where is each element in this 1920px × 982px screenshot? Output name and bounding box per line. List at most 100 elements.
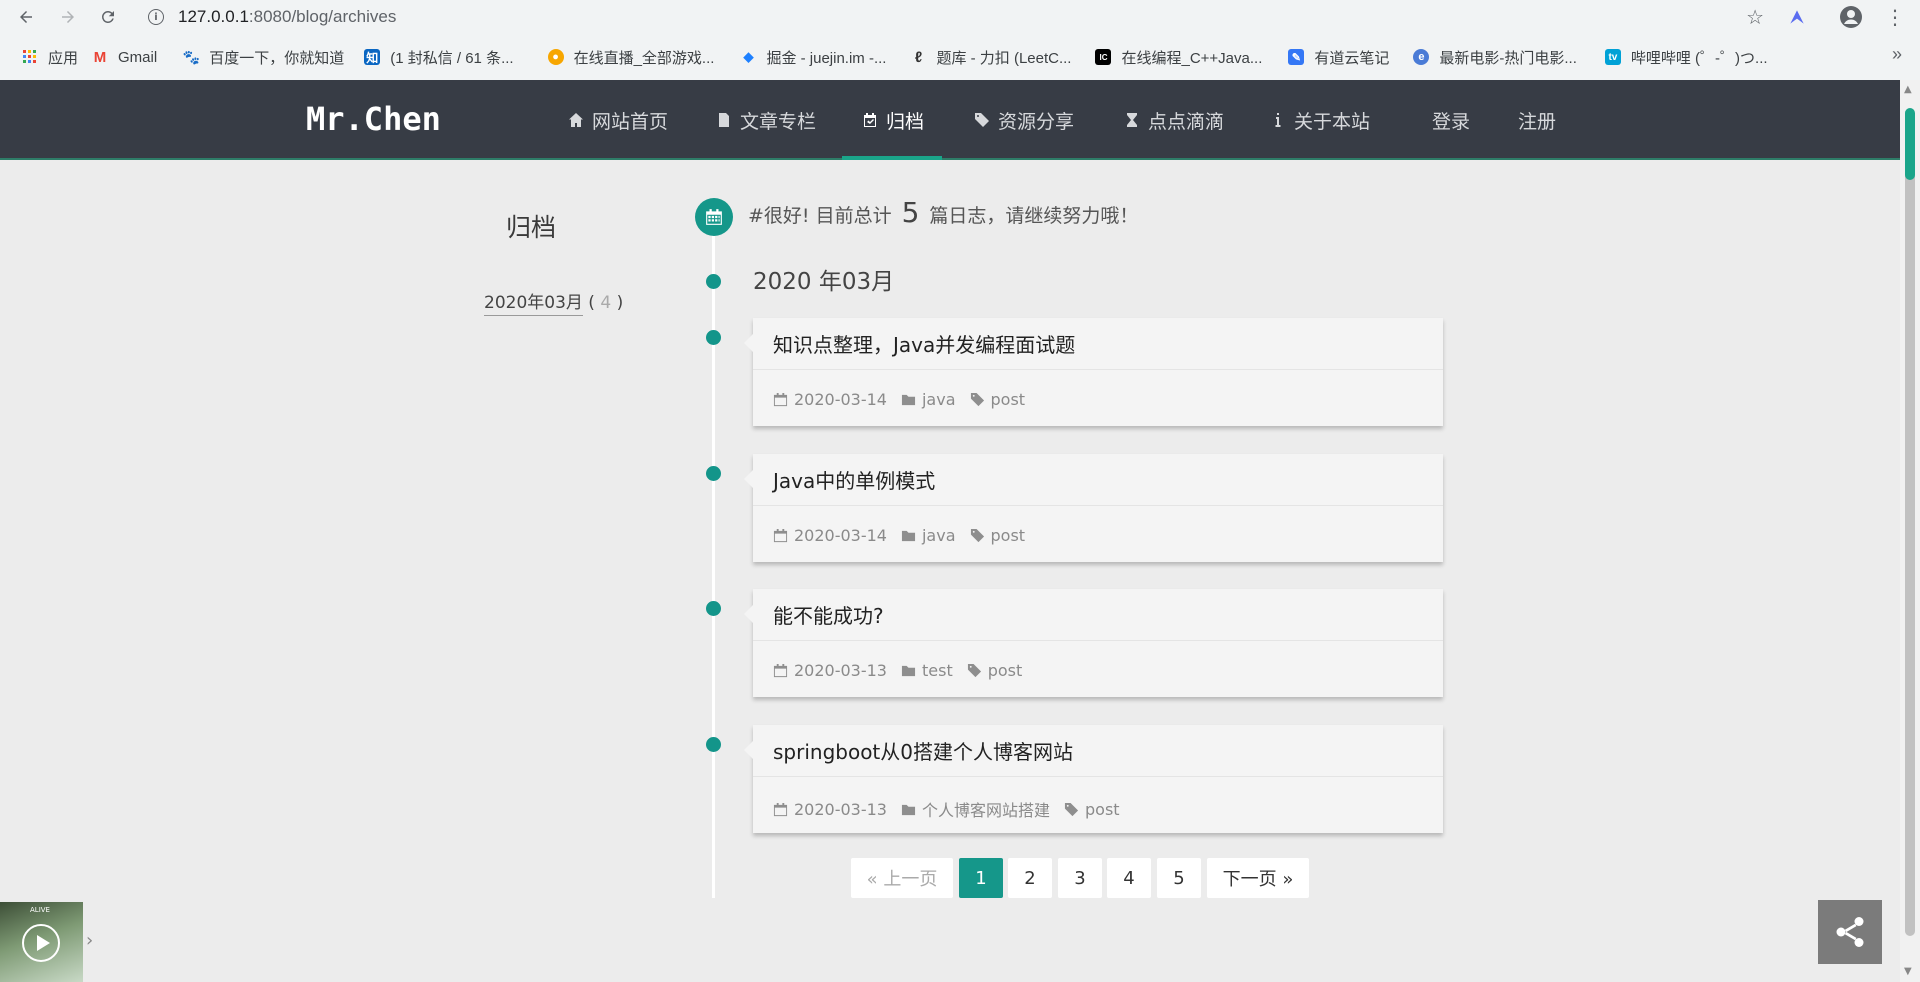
nav-moments[interactable]: 点点滴滴 <box>1124 80 1224 160</box>
post-meta: 2020-03-14 java post <box>773 526 1039 545</box>
scroll-down-icon[interactable]: ▼ <box>1904 966 1912 977</box>
post-tag-text[interactable]: post <box>991 390 1026 409</box>
bookmark-codefun[interactable]: IC 在线编程_C++Java... <box>1091 44 1272 70</box>
timeline-dot <box>706 330 721 345</box>
nav-about[interactable]: 关于本站 <box>1270 80 1370 160</box>
post-category-text[interactable]: test <box>922 661 953 680</box>
archive-month-link[interactable]: 2020年03月 ( 4 ) <box>484 288 623 316</box>
baidu-paw-icon: 🐾 <box>182 48 200 65</box>
pagination-page-4[interactable]: 4 <box>1107 858 1151 898</box>
post-meta: 2020-03-13 test post <box>773 661 1036 680</box>
post-card[interactable]: Java中的单例模式 2020-03-14 java post <box>744 454 1443 562</box>
profile-avatar[interactable] <box>1838 4 1864 30</box>
url-text[interactable]: 127.0.0.1:8080/blog/archives <box>178 7 396 27</box>
nav-label: 注册 <box>1518 110 1557 133</box>
timeline-line <box>712 216 715 898</box>
share-button[interactable] <box>1818 900 1882 964</box>
music-expand-icon[interactable]: › <box>86 930 93 951</box>
reload-button[interactable] <box>92 1 124 33</box>
pagination-page-5[interactable]: 5 <box>1157 858 1201 898</box>
post-category[interactable]: java <box>901 526 956 545</box>
bookmark-apps[interactable]: 应用 <box>18 44 88 70</box>
bookmark-star-icon[interactable]: ☆ <box>1746 7 1764 27</box>
timeline-top-badge <box>695 198 733 236</box>
post-tag[interactable]: post <box>967 661 1023 680</box>
pagination-page-2[interactable]: 2 <box>1008 858 1052 898</box>
forward-button[interactable] <box>52 1 84 33</box>
bookmark-bilibili[interactable]: tv 哔哩哔哩 (゜-゜)つ... <box>1601 44 1778 70</box>
pagination-page-3[interactable]: 3 <box>1058 858 1102 898</box>
post-date: 2020-03-14 <box>773 390 887 409</box>
bookmark-baidu[interactable]: 🐾 百度一下，你就知道 <box>179 44 354 70</box>
play-icon <box>36 935 50 951</box>
folder-icon <box>901 804 916 815</box>
bookmark-huya[interactable]: ● 在线直播_全部游戏... <box>544 44 725 70</box>
share-icon <box>1836 917 1864 947</box>
post-date-text: 2020-03-13 <box>794 661 887 680</box>
post-tag-text[interactable]: post <box>1085 800 1120 819</box>
bookmark-label: 掘金 - juejin.im -... <box>766 49 887 67</box>
bookmark-youdao[interactable]: ✎ 有道云笔记 <box>1284 44 1399 70</box>
post-title[interactable]: Java中的单例模式 <box>773 465 935 494</box>
scroll-up-icon[interactable]: ▲ <box>1904 84 1912 95</box>
post-category[interactable]: test <box>901 661 953 680</box>
bookmark-leetcode[interactable]: ℓ 题库 - 力扣 (LeetC... <box>906 44 1081 70</box>
browser-menu-icon[interactable]: ⋮ <box>1882 4 1908 30</box>
bookmark-movie[interactable]: e 最新电影-热门电影... <box>1409 44 1587 70</box>
post-tag[interactable]: post <box>1064 800 1120 819</box>
bookmark-gmail[interactable]: M Gmail <box>88 44 167 70</box>
calendar-icon <box>773 392 788 407</box>
bookmark-juejin[interactable]: ◆ 掘金 - juejin.im -... <box>736 44 896 70</box>
home-icon <box>569 113 583 127</box>
post-category-text[interactable]: java <box>922 526 956 545</box>
bookmarks-overflow-icon[interactable]: » <box>1892 44 1902 65</box>
post-tag-text[interactable]: post <box>991 526 1026 545</box>
post-card[interactable]: 能不能成功? 2020-03-13 test post <box>744 589 1443 697</box>
extension-icon[interactable] <box>1784 4 1810 30</box>
nav-home[interactable]: 网站首页 <box>568 80 668 160</box>
nav-register[interactable]: 注册 <box>1518 80 1556 160</box>
post-tag[interactable]: post <box>970 526 1026 545</box>
timeline-month-label: 2020 年03月 <box>753 269 895 295</box>
nav-login[interactable]: 登录 <box>1432 80 1470 160</box>
hourglass-icon <box>1127 113 1137 127</box>
codefun-icon: IC <box>1095 49 1112 65</box>
post-tag[interactable]: post <box>970 390 1026 409</box>
site-info-icon[interactable]: i <box>148 9 164 25</box>
bookmark-zhihu[interactable]: 知 (1 封私信 / 61 条... <box>360 44 523 70</box>
page-scrollbar[interactable]: ▲ ▼ <box>1900 80 1920 982</box>
post-title[interactable]: springboot从0搭建个人博客网站 <box>773 736 1073 765</box>
pagination-page-1[interactable]: 1 <box>959 858 1003 898</box>
post-category-text[interactable]: java <box>922 390 956 409</box>
nav-archives[interactable]: 归档 <box>841 80 943 160</box>
folder-icon <box>901 665 916 677</box>
nav-articles[interactable]: 文章专栏 <box>716 80 816 160</box>
folder-icon <box>901 530 916 542</box>
post-tag-text[interactable]: post <box>988 661 1023 680</box>
post-card[interactable]: 知识点整理，Java并发编程面试题 2020-03-14 java post <box>744 318 1443 426</box>
post-date-text: 2020-03-13 <box>794 799 887 819</box>
post-divider <box>753 640 1443 641</box>
nav-label: 归档 <box>886 110 925 133</box>
address-bar[interactable]: i 127.0.0.1:8080/blog/archives ☆ <box>136 2 1770 32</box>
pagination-prev[interactable]: « 上一页 <box>851 858 953 898</box>
play-button[interactable] <box>22 924 60 962</box>
post-category[interactable]: java <box>901 390 956 409</box>
pagination-next[interactable]: 下一页 » <box>1207 858 1309 898</box>
document-icon <box>719 113 729 127</box>
info-icon <box>1275 113 1281 127</box>
scrollbar-thumb[interactable] <box>1905 116 1915 936</box>
site-logo[interactable]: Mr.Chen <box>306 100 441 138</box>
calendar-icon <box>773 528 788 543</box>
back-button[interactable] <box>10 1 42 33</box>
archive-month-label[interactable]: 2020年03月 <box>484 293 583 316</box>
post-category-text[interactable]: 个人博客网站搭建 <box>922 797 1050 821</box>
calendar-icon <box>773 802 788 816</box>
post-title[interactable]: 能不能成功? <box>773 600 884 629</box>
post-card[interactable]: springboot从0搭建个人博客网站 2020-03-13 个人博客网站搭建… <box>744 725 1443 833</box>
site-navbar: Mr.Chen 网站首页 文章专栏 归档 资源分享 点点滴滴 关于本站 登录 注… <box>0 80 1900 160</box>
post-title[interactable]: 知识点整理，Java并发编程面试题 <box>773 329 1075 358</box>
post-category[interactable]: 个人博客网站搭建 <box>901 797 1050 821</box>
music-player-widget[interactable]: ALIVE <box>0 902 83 982</box>
nav-resources[interactable]: 资源分享 <box>974 80 1074 160</box>
